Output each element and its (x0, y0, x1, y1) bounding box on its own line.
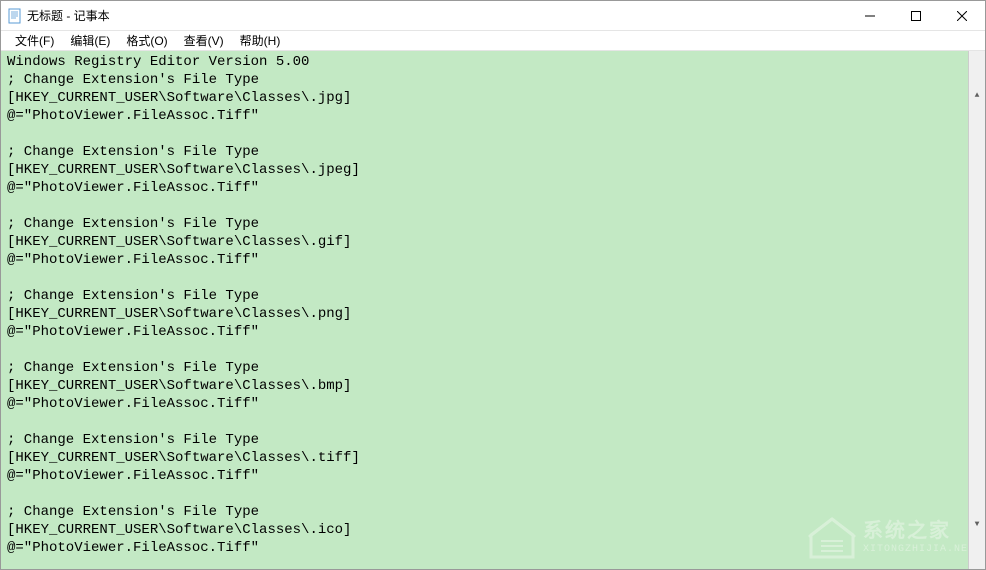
titlebar[interactable]: 无标题 - 记事本 (1, 1, 985, 31)
menu-format[interactable]: 格式(O) (118, 30, 175, 51)
notepad-icon (7, 8, 23, 24)
menubar: 文件(F) 编辑(E) 格式(O) 查看(V) 帮助(H) (1, 31, 985, 51)
editor-content: Windows Registry Editor Version 5.00 ; C… (7, 54, 360, 556)
close-button[interactable] (939, 1, 985, 30)
editor-area[interactable]: Windows Registry Editor Version 5.00 ; C… (1, 51, 985, 569)
scroll-up-arrow-icon[interactable]: ▲ (969, 87, 985, 104)
window-controls (847, 1, 985, 30)
menu-edit[interactable]: 编辑(E) (62, 30, 118, 51)
menu-help[interactable]: 帮助(H) (232, 30, 289, 51)
watermark: 系统之家 XITONGZHIJIA.NET (807, 515, 975, 561)
watermark-text-cn: 系统之家 (863, 521, 975, 544)
window: 无标题 - 记事本 文件(F) 编辑(E) 格式(O) 查看(V) 帮助(H) … (0, 0, 986, 570)
maximize-button[interactable] (893, 1, 939, 30)
menu-file[interactable]: 文件(F) (7, 30, 62, 51)
vertical-scrollbar[interactable]: ▲ ▼ (968, 51, 985, 569)
minimize-button[interactable] (847, 1, 893, 30)
window-title: 无标题 - 记事本 (27, 7, 847, 24)
watermark-house-icon (807, 515, 857, 561)
menu-view[interactable]: 查看(V) (176, 30, 232, 51)
watermark-text-en: XITONGZHIJIA.NET (863, 544, 975, 556)
scroll-down-arrow-icon[interactable]: ▼ (969, 516, 985, 533)
